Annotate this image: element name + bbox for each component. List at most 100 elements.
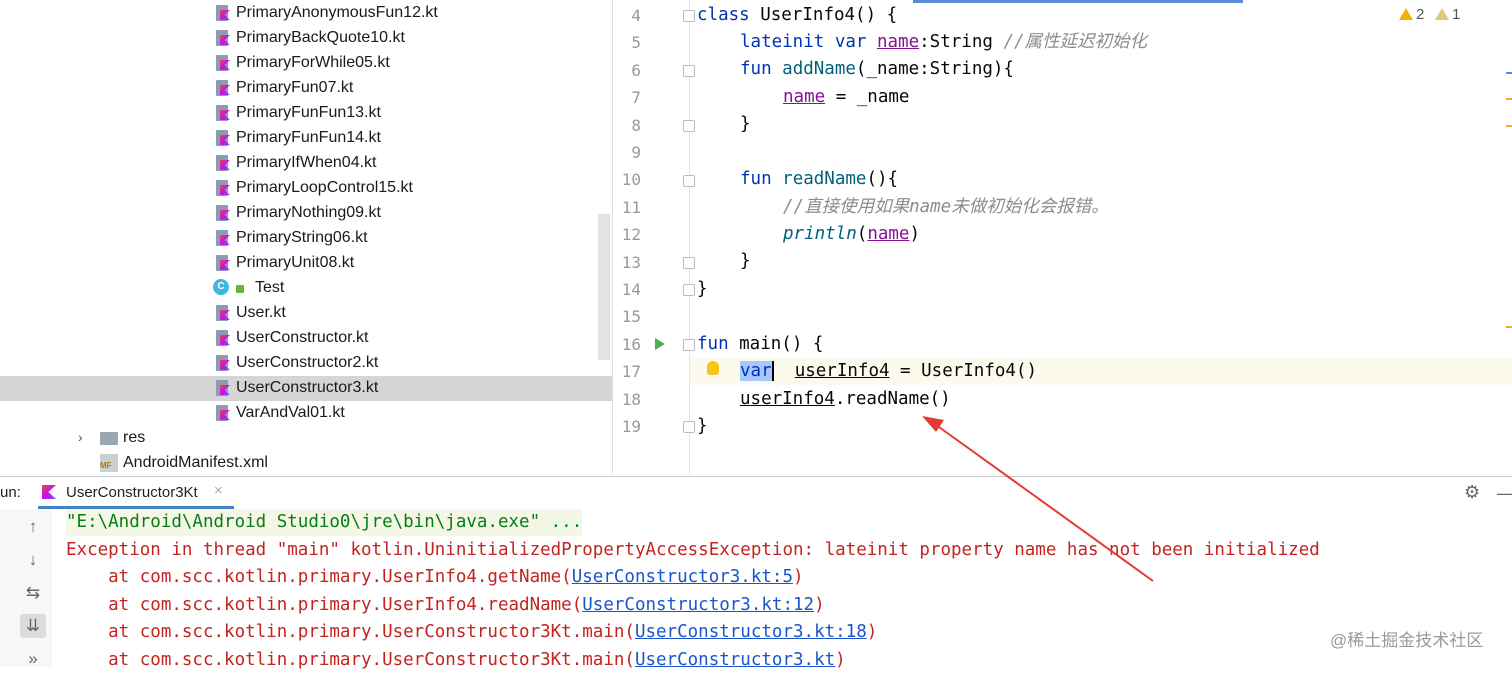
line-number: 17: [621, 362, 641, 382]
file-label: PrimaryBackQuote10.kt: [236, 29, 405, 46]
run-gutter-icon[interactable]: [655, 338, 665, 350]
code-line-8: }: [740, 114, 751, 134]
console-toolbar: ↑ ↓ ⇆ ⇊ »: [0, 509, 53, 668]
file-label: Test: [255, 279, 285, 296]
close-icon[interactable]: ×: [214, 482, 223, 499]
code-line-19: }: [697, 416, 708, 436]
line-number: 6: [631, 60, 641, 80]
folder-label: res: [123, 429, 146, 446]
code-line-7: name = _name: [783, 87, 910, 107]
kotlin-file-icon: [214, 105, 230, 121]
stack-trace-line: at com.scc.kotlin.primary.UserInfo4.getN…: [66, 567, 804, 587]
tree-item-file[interactable]: PrimaryFunFun13.kt: [0, 101, 612, 126]
minimize-icon[interactable]: —: [1497, 483, 1512, 504]
chevron-right-icon[interactable]: ›: [78, 429, 83, 445]
code-line-14: }: [697, 279, 708, 299]
file-label: UserConstructor.kt: [236, 329, 369, 346]
scroll-marker[interactable]: [1506, 125, 1512, 127]
code-line-11: //直接使用如果name未做初始化会报错。: [783, 197, 1109, 217]
kotlin-file-icon: [214, 330, 230, 346]
tree-item-file[interactable]: PrimaryIfWhen04.kt: [0, 151, 612, 176]
file-label: PrimaryLoopControl15.kt: [236, 179, 413, 196]
file-label: AndroidManifest.xml: [123, 454, 268, 471]
code-line-10: fun readName(){: [740, 169, 899, 189]
tree-item-file[interactable]: PrimaryUnit08.kt: [0, 251, 612, 276]
kotlin-file-icon: [214, 80, 230, 96]
code-line-13: }: [740, 251, 751, 271]
code-line-4: class UserInfo4() {: [697, 5, 898, 25]
code-line-18: userInfo4.readName(): [740, 389, 951, 409]
fold-icon[interactable]: [683, 257, 695, 269]
scroll-marker[interactable]: [1506, 98, 1512, 100]
weak-warning-count-badge[interactable]: 1: [1435, 6, 1460, 23]
tree-item-file[interactable]: User.kt: [0, 301, 612, 326]
tree-item-file[interactable]: VarAndVal01.kt: [0, 401, 612, 426]
tree-item-file[interactable]: PrimaryAnonymousFun12.kt: [0, 1, 612, 26]
scroll-marker[interactable]: [1506, 72, 1512, 74]
source-link[interactable]: UserConstructor3.kt:12: [582, 595, 814, 615]
fold-icon[interactable]: [683, 339, 695, 351]
tree-item-file[interactable]: PrimaryFun07.kt: [0, 76, 612, 101]
tree-item-file[interactable]: PrimaryBackQuote10.kt: [0, 26, 612, 51]
tree-item-manifest[interactable]: MF AndroidManifest.xml: [0, 451, 612, 475]
file-label: PrimaryFun07.kt: [236, 79, 354, 96]
tree-item-file[interactable]: PrimaryFunFun14.kt: [0, 126, 612, 151]
line-number: 19: [621, 417, 641, 436]
code-line-5: lateinit var name:String //属性延迟初始化: [740, 32, 1148, 52]
tree-scrollbar[interactable]: [598, 214, 610, 360]
file-label: PrimaryIfWhen04.kt: [236, 154, 377, 171]
scroll-marker[interactable]: [1506, 326, 1512, 328]
tree-item-file[interactable]: UserConstructor2.kt: [0, 351, 612, 376]
code-editor[interactable]: 4 5 6 7 8 9 10 11 12 13 14 15 16 17 18 19 class UserInf…: [612, 0, 1512, 475]
code-line-16: fun main() {: [697, 334, 824, 354]
lightbulb-icon[interactable]: [707, 361, 719, 375]
line-number: 14: [621, 280, 641, 299]
source-link[interactable]: UserConstructor3.kt:18: [635, 622, 867, 642]
tree-item-file[interactable]: PrimaryString06.kt: [0, 226, 612, 251]
tree-item-file[interactable]: UserConstructor3.kt: [0, 376, 612, 401]
down-arrow-icon[interactable]: ↓: [20, 548, 46, 572]
line-number: 7: [631, 88, 641, 108]
file-label: PrimaryForWhile05.kt: [236, 54, 390, 71]
run-tab[interactable]: UserConstructor3Kt ×: [38, 477, 234, 509]
tree-item-file[interactable]: PrimaryLoopControl15.kt: [0, 176, 612, 201]
gear-icon[interactable]: ⚙: [1464, 482, 1480, 503]
run-tab-label: UserConstructor3Kt: [66, 484, 198, 501]
fold-icon[interactable]: [683, 10, 695, 22]
up-arrow-icon[interactable]: ↑: [20, 515, 46, 539]
kotlin-file-icon: [214, 255, 230, 271]
line-number: 9: [631, 143, 641, 162]
soft-wrap-icon[interactable]: ⇆: [20, 581, 46, 605]
tree-item-file[interactable]: PrimaryNothing09.kt: [0, 201, 612, 226]
more-icon[interactable]: »: [20, 647, 46, 671]
line-number: 8: [631, 115, 641, 135]
folder-icon: [100, 432, 118, 445]
line-number: 10: [621, 170, 641, 190]
file-label: UserConstructor3.kt: [236, 379, 379, 396]
stack-trace-line: at com.scc.kotlin.primary.UserConstructo…: [66, 649, 846, 670]
run-label: un:: [0, 484, 21, 501]
fold-icon[interactable]: [683, 120, 695, 132]
code-line-17: var userInfo4 = UserInfo4(): [740, 361, 1038, 381]
scroll-to-end-icon[interactable]: ⇊: [20, 614, 46, 638]
stack-trace-line: at com.scc.kotlin.primary.UserInfo4.read…: [66, 594, 825, 615]
kotlin-file-icon: [214, 230, 230, 246]
warning-count-badge[interactable]: 2: [1399, 6, 1424, 23]
weak-warning-icon: [1435, 8, 1449, 20]
tree-item-file[interactable]: UserConstructor.kt: [0, 326, 612, 351]
kotlin-file-icon: [214, 405, 230, 421]
tree-item-file[interactable]: PrimaryForWhile05.kt: [0, 51, 612, 76]
console-output: "E:\Android\Android Studio0\jre\bin\java…: [52, 509, 1512, 670]
fold-icon[interactable]: [683, 284, 695, 296]
source-link[interactable]: UserConstructor3.kt:5: [572, 567, 793, 587]
file-label: PrimaryFunFun14.kt: [236, 129, 381, 146]
fold-icon[interactable]: [683, 65, 695, 77]
kotlin-file-icon: [214, 155, 230, 171]
tree-item-folder[interactable]: › res: [0, 426, 612, 451]
fold-icon[interactable]: [683, 175, 695, 187]
warning-icon: [1399, 8, 1413, 20]
fold-icon[interactable]: [683, 421, 695, 433]
file-label: PrimaryUnit08.kt: [236, 254, 355, 271]
tree-item-class[interactable]: C Test: [0, 276, 612, 301]
line-number: 13: [621, 252, 641, 272]
